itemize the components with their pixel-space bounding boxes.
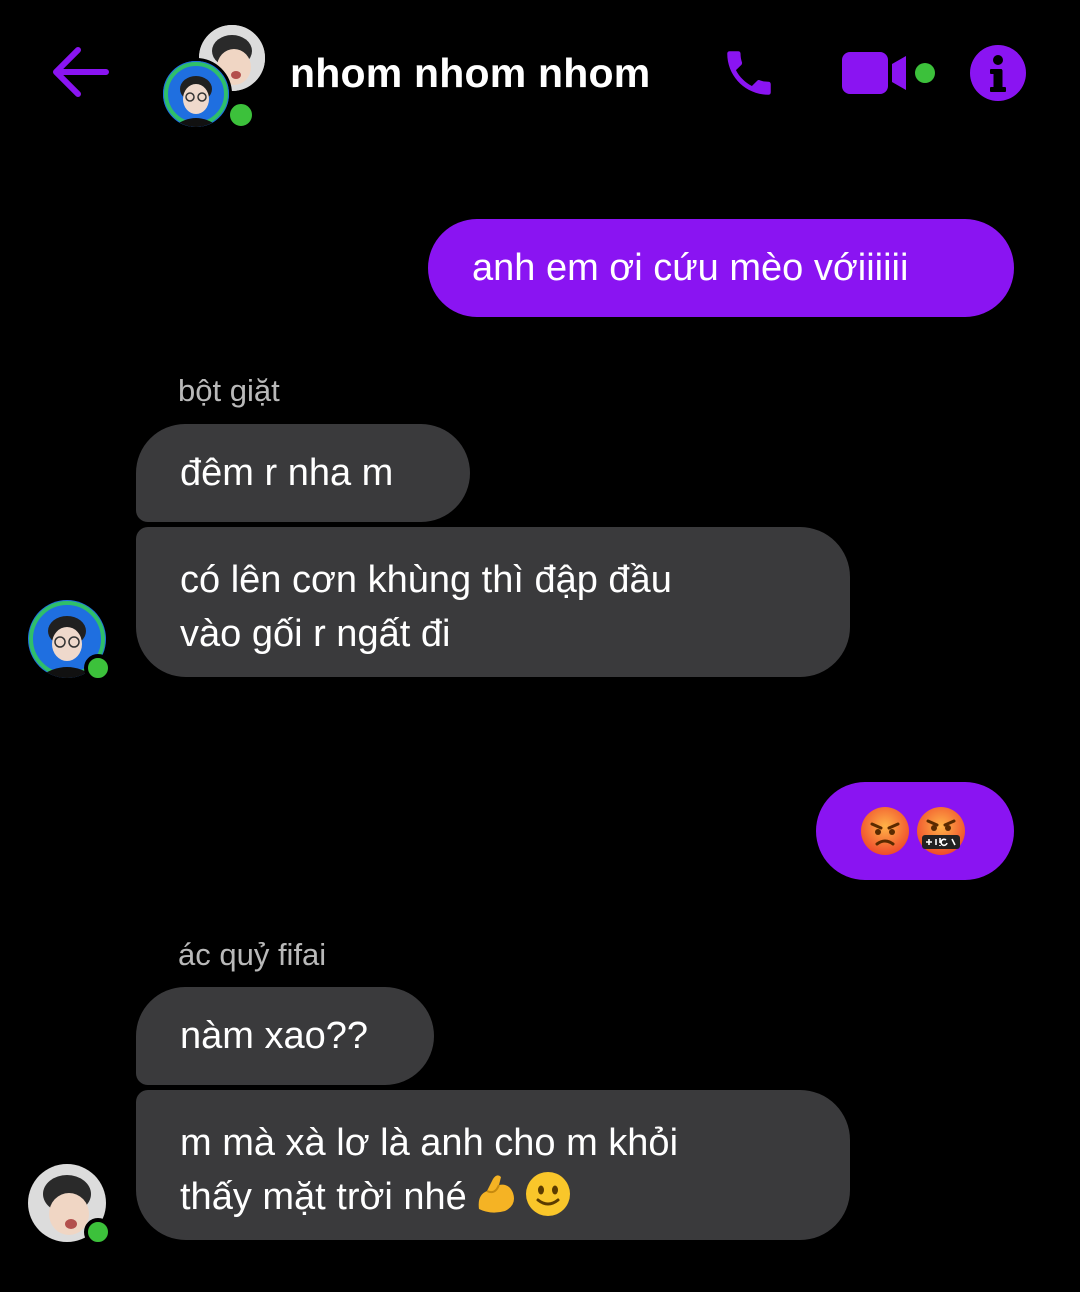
message-text-line: vào gối r ngất đi: [180, 613, 451, 655]
info-button[interactable]: [968, 43, 1028, 103]
incoming-message[interactable]: m mà xà lơ là anh cho m khỏi thấy mặt tr…: [136, 1090, 850, 1240]
online-status-dot: [84, 654, 112, 682]
conversation-title[interactable]: nhom nhom nhom: [290, 50, 650, 97]
incoming-message[interactable]: có lên cơn khùng thì đập đầu vào gối r n…: [136, 527, 850, 677]
incoming-message[interactable]: đêm r nha m: [136, 424, 470, 522]
message-text: nàm xao??: [180, 1015, 369, 1057]
back-button[interactable]: [48, 44, 112, 100]
sender-name: ác quỷ fifai: [178, 937, 327, 972]
slightly-smiling-face-emoji: [525, 1171, 571, 1217]
arrow-left-icon: [53, 47, 109, 97]
online-status-dot: [226, 100, 256, 130]
video-call-button[interactable]: [840, 50, 940, 96]
message-text: anh em ơi cứu mèo vớiiiiii: [472, 247, 909, 289]
online-status-dot: [84, 1218, 112, 1246]
face-with-symbols-emoji: [916, 806, 966, 856]
incoming-message[interactable]: nàm xao??: [136, 987, 434, 1085]
message-text-line: có lên cơn khùng thì đập đầu: [180, 559, 672, 601]
flexed-biceps-emoji: [473, 1171, 519, 1217]
group-avatar[interactable]: [160, 22, 270, 132]
outgoing-message[interactable]: [816, 782, 1014, 880]
angry-face-emoji: [860, 806, 910, 856]
voice-call-button[interactable]: [718, 44, 780, 102]
sender-name: bột giặt: [178, 373, 280, 408]
message-text-line: thấy mặt trời nhé: [180, 1176, 467, 1218]
outgoing-message[interactable]: anh em ơi cứu mèo vớiiiiii: [428, 219, 1014, 317]
message-text-line: m mà xà lơ là anh cho m khỏi: [180, 1122, 679, 1164]
phone-icon: [727, 51, 771, 95]
message-text: đêm r nha m: [180, 452, 394, 494]
info-icon: [970, 45, 1026, 101]
video-camera-icon: [842, 52, 935, 94]
member-avatar-2: [160, 58, 232, 130]
